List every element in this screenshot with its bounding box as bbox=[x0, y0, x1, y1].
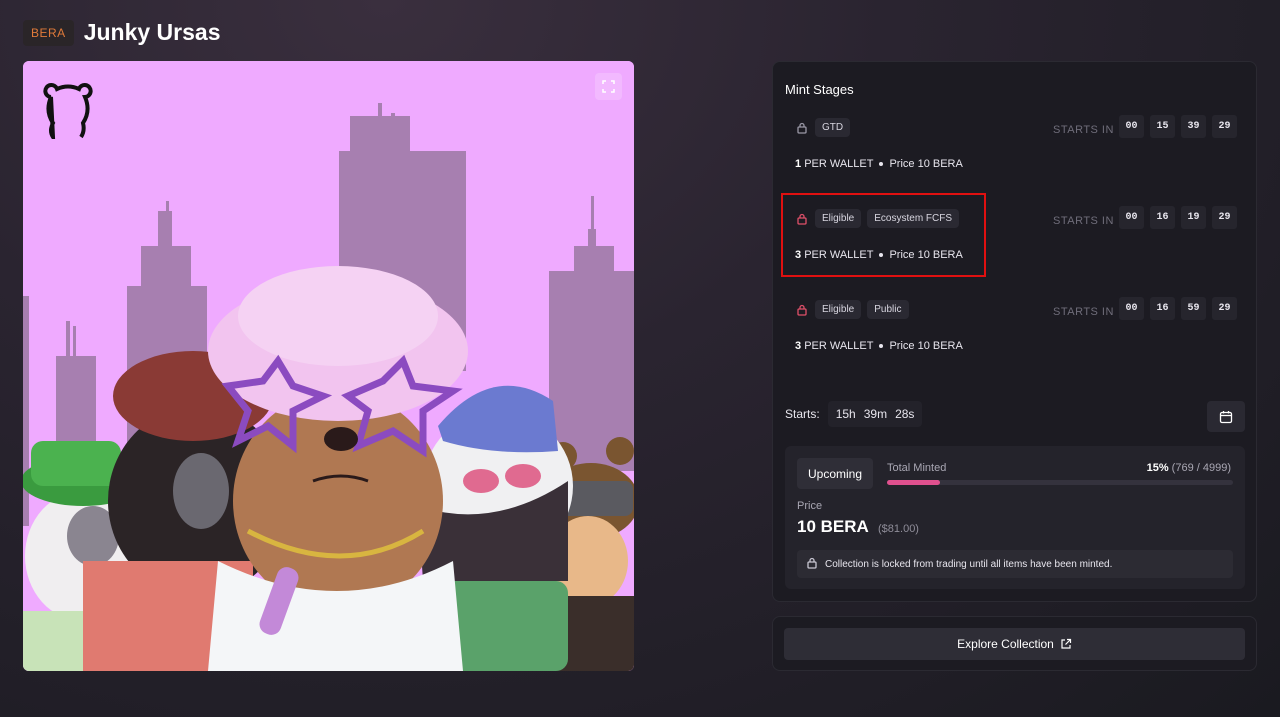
starts-minutes: 39m bbox=[863, 407, 888, 421]
mint-stage-public[interactable]: Eligible Public STARTS IN 00 16 59 29 3 … bbox=[785, 297, 1247, 377]
countdown: 00 16 19 29 bbox=[1119, 206, 1237, 229]
collection-header: BERA Junky Ursas bbox=[23, 19, 221, 46]
stage-tag: Public bbox=[867, 300, 909, 319]
stage-price: Price 10 BERA bbox=[889, 340, 963, 352]
starts-seconds: 28s bbox=[895, 407, 915, 421]
countdown-minutes: 19 bbox=[1181, 206, 1206, 229]
per-wallet-count: 3 bbox=[795, 340, 802, 352]
collection-artwork bbox=[23, 61, 634, 671]
total-minted-label: Total Minted bbox=[887, 462, 947, 474]
notice-text: Collection is locked from trading until … bbox=[825, 558, 1113, 570]
explore-panel: Explore Collection bbox=[772, 616, 1257, 671]
starts-in-label: STARTS IN bbox=[1053, 124, 1114, 136]
price-usd: ($81.00) bbox=[878, 523, 919, 535]
add-to-calendar-button[interactable] bbox=[1207, 401, 1245, 432]
mint-stage-gtd[interactable]: GTD STARTS IN 00 15 39 29 1 PER WALLET P… bbox=[785, 115, 1247, 195]
lock-icon bbox=[795, 121, 809, 135]
mint-progress-fill bbox=[887, 480, 941, 485]
eligible-tag: Eligible bbox=[815, 300, 862, 319]
total-minted-stat: 15% (769 / 4999) bbox=[1147, 462, 1231, 474]
mint-stages-title: Mint Stages bbox=[785, 82, 854, 97]
countdown-hours: 16 bbox=[1150, 297, 1175, 320]
calendar-icon bbox=[1219, 410, 1233, 423]
mint-progress-bar bbox=[887, 480, 1233, 485]
expand-button[interactable] bbox=[595, 73, 622, 100]
countdown: 00 15 39 29 bbox=[1119, 115, 1237, 138]
separator-dot bbox=[879, 162, 884, 166]
artwork-illustration bbox=[23, 61, 634, 671]
stage-info: 3 PER WALLET Price 10 BERA bbox=[795, 340, 963, 352]
countdown-seconds: 29 bbox=[1212, 297, 1237, 320]
per-wallet-count: 1 bbox=[795, 158, 802, 170]
lock-icon bbox=[807, 557, 817, 572]
price-value: 10 BERA bbox=[797, 517, 869, 536]
countdown-days: 00 bbox=[1119, 206, 1144, 229]
per-wallet-label: PER WALLET bbox=[804, 340, 874, 352]
price-label: Price bbox=[797, 500, 823, 512]
mint-panel: Mint Stages GTD STARTS IN 00 15 39 29 1 … bbox=[772, 61, 1257, 602]
bear-logo-icon bbox=[43, 81, 93, 139]
countdown: 00 16 59 29 bbox=[1119, 297, 1237, 320]
countdown-seconds: 29 bbox=[1212, 115, 1237, 138]
collection-title: Junky Ursas bbox=[83, 19, 221, 45]
starts-in-label: STARTS IN bbox=[1053, 215, 1114, 227]
status-button[interactable]: Upcoming bbox=[797, 458, 874, 489]
starts-label: Starts: bbox=[785, 407, 820, 421]
stage-info: 1 PER WALLET Price 10 BERA bbox=[795, 158, 963, 170]
explore-collection-button[interactable]: Explore Collection bbox=[784, 628, 1245, 660]
countdown-days: 00 bbox=[1119, 115, 1144, 138]
countdown-minutes: 39 bbox=[1181, 115, 1206, 138]
mint-status-box: Upcoming Total Minted 15% (769 / 4999) P… bbox=[785, 446, 1245, 589]
explore-label: Explore Collection bbox=[957, 637, 1054, 651]
stage-price: Price 10 BERA bbox=[889, 158, 963, 170]
minted-count: (769 / 4999) bbox=[1171, 462, 1231, 474]
lock-icon bbox=[795, 303, 809, 317]
external-link-icon bbox=[1061, 638, 1071, 649]
expand-icon bbox=[602, 80, 615, 93]
minted-percent: 15% bbox=[1146, 462, 1169, 474]
starts-timer: 15h 39m 28s bbox=[827, 401, 923, 427]
chain-badge: BERA bbox=[23, 19, 74, 46]
countdown-hours: 16 bbox=[1150, 206, 1175, 229]
starts-in-label: STARTS IN bbox=[1053, 306, 1114, 318]
countdown-minutes: 59 bbox=[1181, 297, 1206, 320]
starts-hours: 15h bbox=[835, 407, 856, 421]
countdown-hours: 15 bbox=[1150, 115, 1175, 138]
per-wallet-label: PER WALLET bbox=[804, 158, 874, 170]
stage-tag: GTD bbox=[815, 118, 851, 137]
highlight-box bbox=[781, 193, 986, 277]
starts-row: Starts: 15h 39m 28s bbox=[785, 401, 923, 427]
trading-lock-notice: Collection is locked from trading until … bbox=[797, 550, 1233, 578]
countdown-days: 00 bbox=[1119, 297, 1144, 320]
separator-dot bbox=[879, 344, 884, 348]
countdown-seconds: 29 bbox=[1212, 206, 1237, 229]
